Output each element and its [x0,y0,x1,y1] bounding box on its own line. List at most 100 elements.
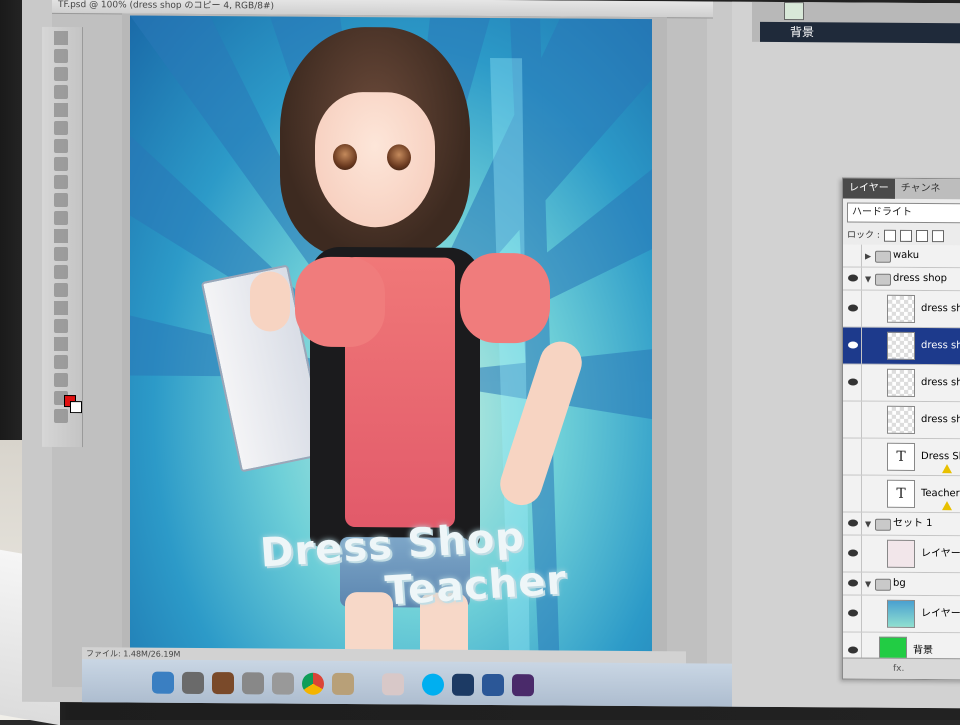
eyedropper-tool-icon[interactable] [54,372,68,388]
layer-row[interactable]: レイヤー 4 [843,535,960,574]
eye-icon [848,549,858,557]
marquee-tool-icon[interactable] [54,48,68,64]
background-color-swatch[interactable] [70,401,82,414]
folder-icon[interactable] [212,672,234,695]
layer-row[interactable]: T Dress Shop [843,438,960,477]
layer-row[interactable]: ▼ dress shop [843,267,960,292]
shape-tool-icon[interactable] [54,336,68,352]
layer-name: dress shop [921,414,960,426]
photoshop-icon[interactable] [452,673,474,696]
lock-label: ロック : [847,230,880,241]
layer-row[interactable]: ▼ セット 1 [843,512,960,537]
text-layer-icon: T [887,479,952,511]
brush-tool-icon[interactable] [54,156,68,172]
artwork-canvas[interactable]: Dress Shop Teacher [130,15,652,686]
layer-row[interactable]: ▼ bg [843,572,960,597]
panel-footer[interactable]: fx. [843,657,960,680]
layer-row[interactable]: dress shop [843,364,960,403]
crop-tool-icon[interactable] [54,102,68,118]
visibility-toggle[interactable] [845,290,862,327]
skype-icon[interactable] [422,673,444,696]
layer-row[interactable]: dress shop [843,327,960,366]
eye-icon [848,579,858,587]
healing-brush-tool-icon[interactable] [54,138,68,154]
move-tool-icon[interactable] [54,30,68,46]
dodge-tool-icon[interactable] [54,264,68,280]
chrome-icon[interactable] [302,672,324,695]
visibility-toggle[interactable] [845,364,862,401]
layer-row[interactable]: T Teacher [843,475,960,514]
layer-name: waku [893,249,920,261]
visibility-toggle[interactable] [845,512,862,535]
slice-tool-icon[interactable] [54,120,68,136]
visibility-toggle[interactable] [845,438,862,475]
layer-thumbnail [887,405,915,434]
layer-thumbnail [887,368,915,397]
background-layer-row[interactable]: 背景 [760,21,960,44]
eraser-tool-icon[interactable] [54,210,68,226]
layer-row[interactable]: dress shop [843,290,960,329]
type-tool-icon[interactable] [54,300,68,316]
notes-tool-icon[interactable] [54,354,68,370]
lock-image-icon[interactable] [899,229,912,242]
text-layer-icon: T [887,442,952,474]
gradient-tool-icon[interactable] [54,228,68,244]
layer-name: Teacher [921,488,960,500]
eye-icon [848,519,858,527]
media-player-icon[interactable] [182,671,204,694]
visibility-toggle[interactable] [845,535,862,572]
blur-tool-icon[interactable] [54,246,68,262]
ie-icon[interactable] [152,671,174,694]
manga-icon[interactable] [382,673,404,696]
left-eye [333,143,357,171]
clone-stamp-tool-icon[interactable] [54,174,68,190]
zoom-tool-icon[interactable] [54,408,68,424]
eye-icon [848,609,858,617]
visibility-toggle[interactable] [845,572,862,595]
magic-wand-tool-icon[interactable] [54,84,68,100]
visibility-toggle[interactable] [845,401,862,438]
toolbox [42,26,83,448]
layer-thumbnail [887,599,915,628]
visibility-toggle[interactable] [845,327,862,364]
layer-row[interactable]: ▶ waku [843,244,960,269]
layer-name: Dress Shop [921,451,960,463]
pen-tool-icon[interactable] [54,282,68,298]
layers-list: ▶ waku ▼ dress shop dress shop dress shop dres… [843,244,960,671]
screen: TF.psd @ 100% (dress shop のコピー 4, RGB/8#… [22,0,960,709]
layer-row[interactable]: レイヤー 3 [843,595,960,634]
lock-all-icon[interactable] [931,230,944,243]
layer-row[interactable]: dress shop [843,401,960,440]
right-eye [387,144,411,171]
eye-icon [848,646,858,654]
blend-mode-select[interactable]: ハードライト [847,202,960,224]
lock-transparency-icon[interactable] [883,229,896,242]
visibility-toggle[interactable] [845,475,862,512]
eye-icon [848,274,858,282]
visibility-toggle[interactable] [845,267,862,290]
tab-channels[interactable]: チャンネ [895,179,947,199]
lasso-tool-icon[interactable] [54,66,68,82]
camera-icon[interactable] [272,672,294,695]
calculator-icon[interactable] [242,672,264,695]
visibility-toggle[interactable] [845,244,862,267]
premiere-icon[interactable] [512,674,534,697]
lock-position-icon[interactable] [915,229,928,243]
eye-icon [848,378,858,386]
expand-arrow-icon[interactable]: ▶ [865,252,871,261]
left-sleeve [295,256,385,348]
expand-arrow-icon[interactable]: ▼ [865,275,871,284]
app-icon[interactable] [332,672,354,696]
tab-layers[interactable]: レイヤー [843,178,895,199]
lock-row: ロック : [843,226,960,245]
layer-thumbnail [887,539,915,568]
expand-arrow-icon[interactable]: ▼ [865,580,871,589]
visibility-toggle[interactable] [845,595,862,632]
layer-name: dress shop [893,272,948,285]
path-selection-tool-icon[interactable] [54,318,68,334]
word-icon[interactable] [482,673,504,697]
layer-name: dress shop [921,377,960,389]
layer-name: セット 1 [893,517,933,530]
history-brush-tool-icon[interactable] [54,192,68,208]
expand-arrow-icon[interactable]: ▼ [865,520,871,529]
